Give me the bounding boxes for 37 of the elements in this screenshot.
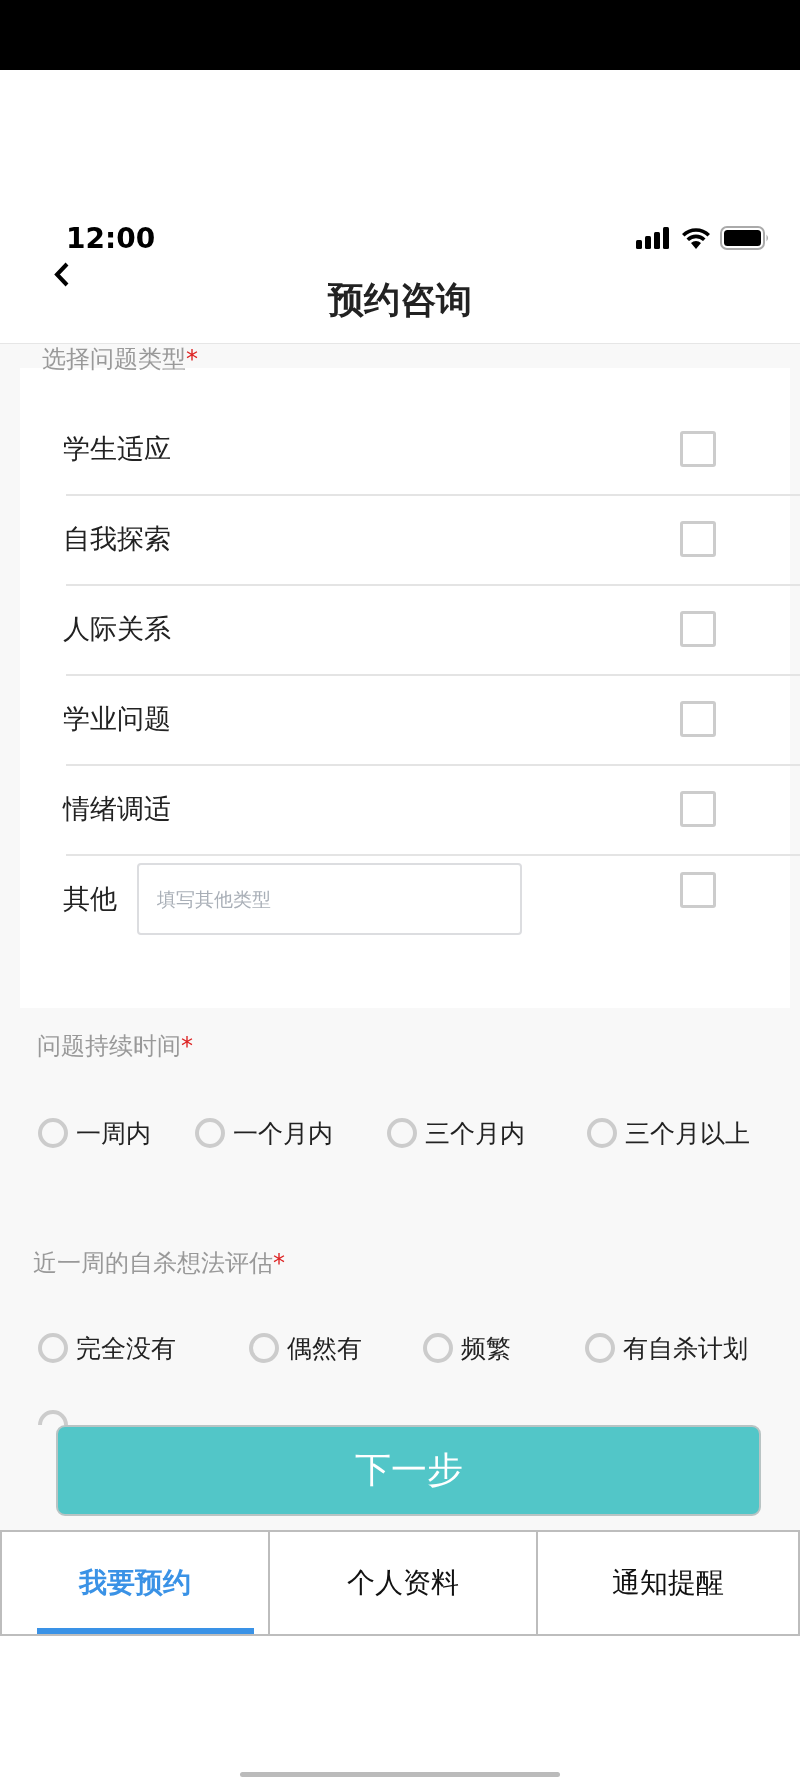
radio-button[interactable] xyxy=(38,1333,68,1363)
option-label: 三个月内 xyxy=(425,1117,525,1150)
option-label: 其他 xyxy=(63,882,117,916)
page-title: 预约咨询 xyxy=(328,277,472,322)
status-time: 12:00 xyxy=(66,221,156,255)
option-label: 完全没有 xyxy=(76,1332,176,1365)
radio-button[interactable] xyxy=(38,1118,68,1148)
option-label: 学生适应 xyxy=(63,432,171,466)
checkbox[interactable] xyxy=(680,431,716,467)
section-label: 选择问题类型* xyxy=(41,344,199,374)
radio-button[interactable] xyxy=(587,1118,617,1148)
option-label: 频繁 xyxy=(461,1332,511,1365)
checkbox[interactable] xyxy=(680,872,716,908)
battery-icon xyxy=(720,226,770,250)
option-label: 人际关系 xyxy=(63,612,171,646)
option-label: 自我探索 xyxy=(63,522,171,556)
radio-button[interactable] xyxy=(249,1333,279,1363)
radio-button[interactable] xyxy=(195,1118,225,1148)
section-label: 近一周的自杀想法评估* xyxy=(32,1248,286,1278)
signal-icon xyxy=(636,227,672,249)
radio-button[interactable] xyxy=(585,1333,615,1363)
option-label: 有自杀计划 xyxy=(623,1332,748,1365)
option-label: 学业问题 xyxy=(63,702,171,736)
checkbox[interactable] xyxy=(680,611,716,647)
section-label: 问题持续时间* xyxy=(36,1031,194,1061)
radio-button[interactable] xyxy=(387,1118,417,1148)
option-label: 偶然有 xyxy=(287,1332,362,1365)
option-label: 一个月内 xyxy=(233,1117,333,1150)
wifi-icon xyxy=(680,226,712,250)
option-label: 一周内 xyxy=(76,1117,151,1150)
input-field[interactable]: 填写其他类型 xyxy=(137,863,522,935)
checkbox[interactable] xyxy=(680,701,716,737)
option-label: 三个月以上 xyxy=(625,1117,750,1150)
checkbox[interactable] xyxy=(680,521,716,557)
checkbox[interactable] xyxy=(680,791,716,827)
option-label: 情绪调适 xyxy=(63,792,171,826)
radio-button[interactable] xyxy=(423,1333,453,1363)
